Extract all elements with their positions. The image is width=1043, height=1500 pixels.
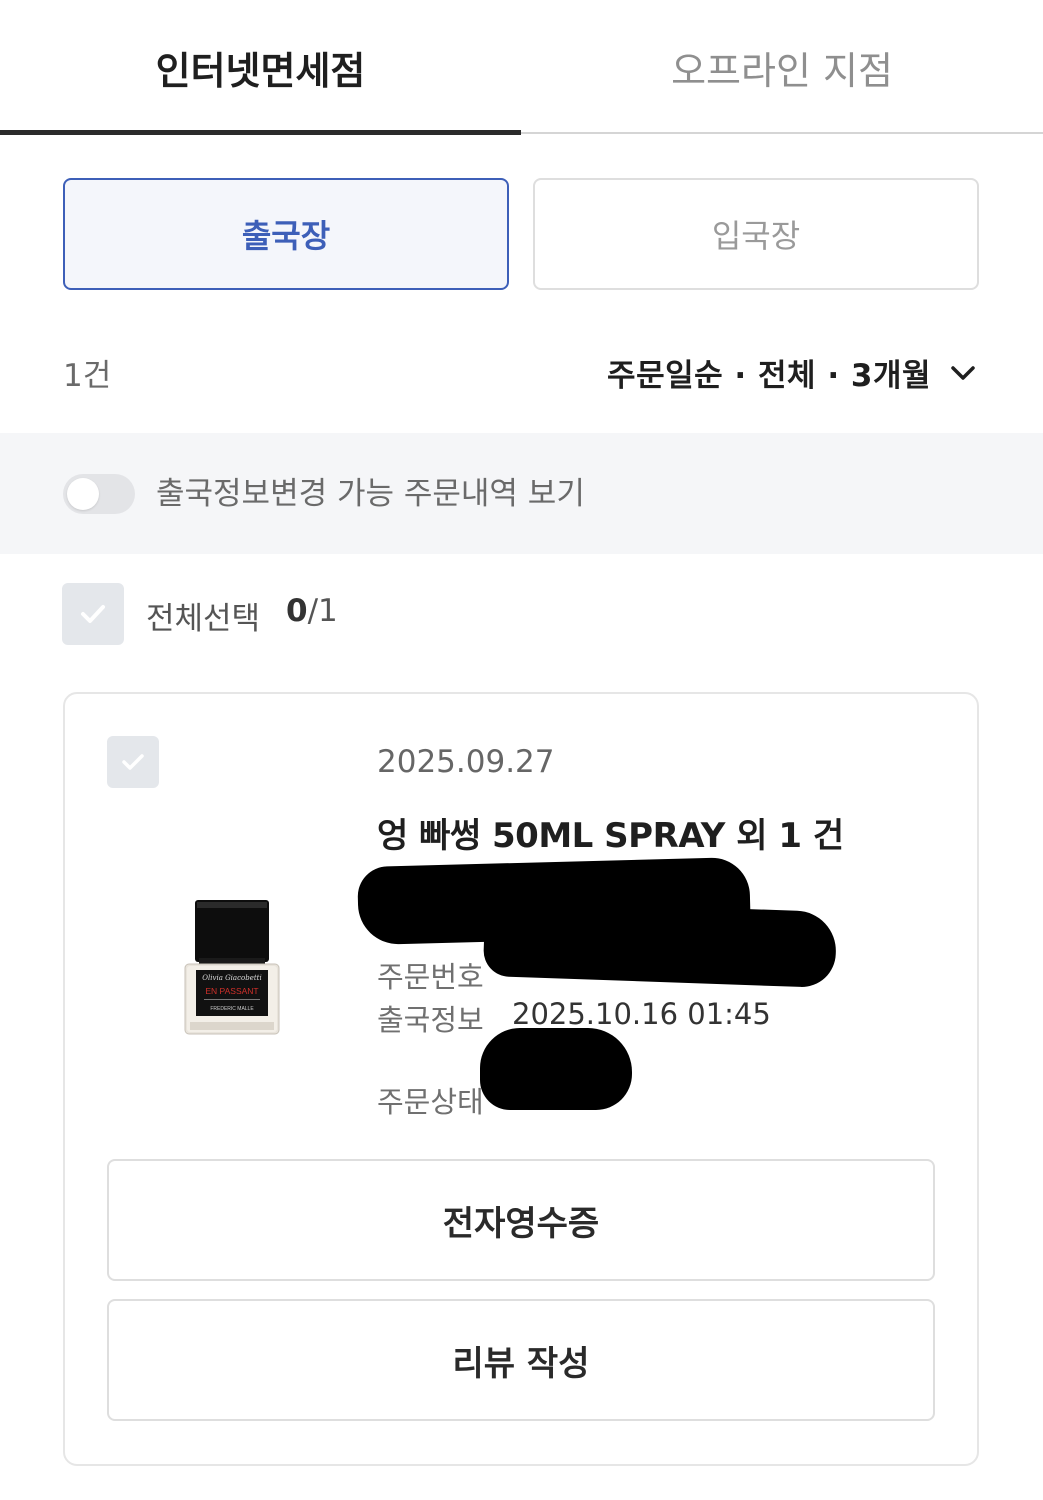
result-count: 1건 xyxy=(63,358,112,394)
redaction-mark xyxy=(482,899,838,989)
departure-info-label: 출국정보 xyxy=(377,1003,484,1037)
departure-segment-button[interactable]: 출국장 xyxy=(63,178,509,290)
product-name[interactable]: 엉 빠썽 50ML SPRAY 외 1 건 xyxy=(377,808,844,857)
order-status-label: 주문상태 xyxy=(377,1085,484,1119)
changeable-orders-toggle[interactable] xyxy=(63,474,135,514)
toggle-knob xyxy=(67,478,99,510)
check-icon xyxy=(81,605,105,623)
sort-filter-label: 주문일순 · 전체 · 3개월 xyxy=(607,358,931,394)
store-tabs: 인터넷면세점 오프라인 지점 xyxy=(0,0,1043,136)
write-review-button[interactable]: 리뷰 작성 xyxy=(107,1299,935,1421)
e-receipt-button[interactable]: 전자영수증 xyxy=(107,1159,935,1281)
chevron-down-icon xyxy=(951,365,975,380)
arrival-segment-button[interactable]: 입국장 xyxy=(533,178,979,290)
selected-number: 0 xyxy=(286,593,308,629)
bottle-name-text: EN PASSANT xyxy=(205,986,258,996)
active-tab-indicator xyxy=(0,130,521,135)
order-item-checkbox[interactable] xyxy=(107,736,159,788)
bottle-maker-text: FREDERIC MALLE xyxy=(210,1006,254,1012)
product-image[interactable]: Olivia Giacobetti EN PASSANT FREDERIC MA… xyxy=(182,898,282,1038)
order-number-label: 주문번호 xyxy=(377,960,484,994)
selected-count: 0/1 xyxy=(286,593,338,629)
order-date: 2025.09.27 xyxy=(377,744,555,780)
tab-online-duty-free[interactable]: 인터넷면세점 xyxy=(0,0,521,134)
tab-offline-store[interactable]: 오프라인 지점 xyxy=(521,0,1043,134)
departure-info-value: 2025.10.16 01:45 xyxy=(512,997,771,1031)
toggle-label: 출국정보변경 가능 주문내역 보기 xyxy=(156,476,585,512)
check-icon xyxy=(122,754,144,770)
total-number: /1 xyxy=(307,593,338,629)
sort-filter-dropdown[interactable]: 주문일순 · 전체 · 3개월 xyxy=(607,350,977,395)
bottle-brand-text: Olivia Giacobetti xyxy=(202,974,261,982)
redaction-mark xyxy=(480,1028,632,1110)
select-all-checkbox[interactable] xyxy=(62,583,124,645)
select-all-label: 전체선택 xyxy=(146,601,261,637)
